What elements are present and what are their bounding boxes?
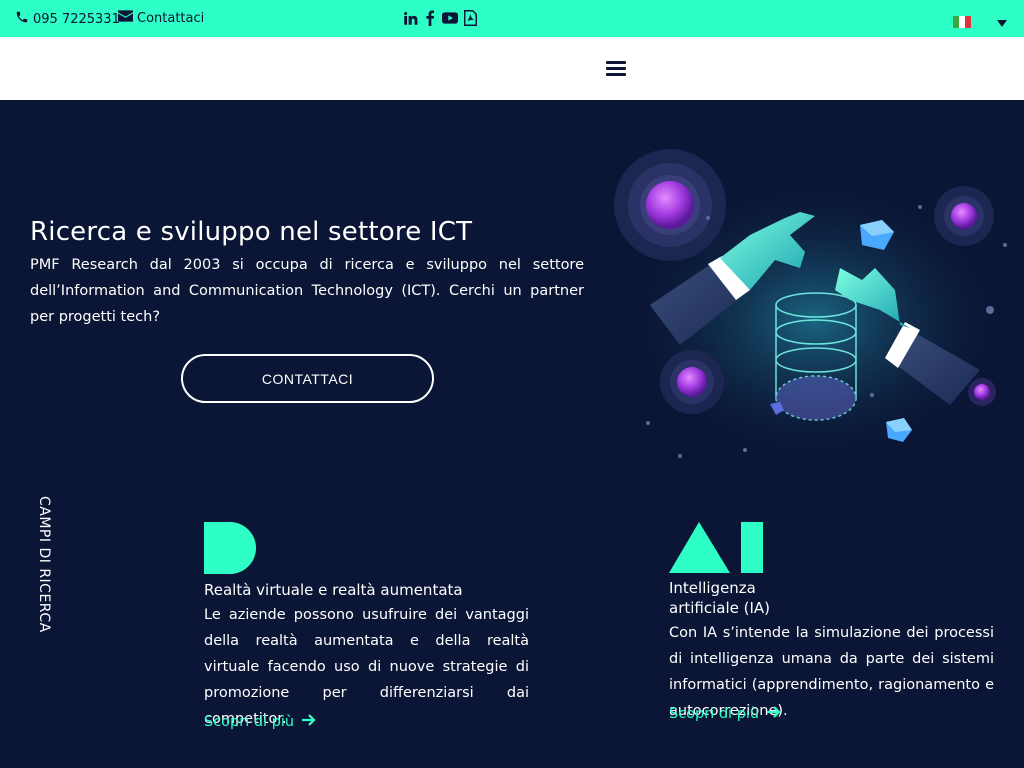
orb-small-left — [660, 350, 724, 414]
contact-label: Contattaci — [137, 10, 205, 26]
arrow-right-icon — [767, 706, 781, 722]
learn-more-label: Scopri di più — [204, 714, 295, 730]
orb-small-right — [934, 186, 994, 246]
arrow-right-icon — [302, 714, 316, 730]
card-title: Intelligenza artificiale (IA) — [669, 579, 771, 617]
envelope-icon — [118, 10, 133, 26]
hero-illustration — [614, 149, 1015, 470]
pdf-icon[interactable] — [462, 10, 478, 26]
contact-link[interactable]: Contattaci — [118, 10, 204, 26]
social-icons — [402, 10, 478, 26]
card-title: Realtà virtuale e realtà aumentata — [204, 581, 463, 599]
learn-more-label: Scopri di più — [669, 706, 760, 722]
language-selector[interactable] — [953, 12, 1007, 31]
site-header — [0, 37, 1024, 100]
ai-letters-icon — [669, 522, 763, 573]
youtube-icon[interactable] — [442, 10, 458, 26]
learn-more-link[interactable]: Scopri di più — [204, 714, 316, 730]
card-vr-ar: Realtà virtuale e realtà aumentata Le az… — [204, 520, 529, 732]
contact-button[interactable]: CONTATTACI — [181, 354, 434, 403]
phone-link[interactable]: 095 7225331 — [15, 10, 120, 28]
phone-number: 095 7225331 — [33, 11, 120, 27]
orb-large — [614, 149, 726, 261]
linkedin-icon[interactable] — [402, 10, 418, 26]
card-ai: Intelligenza artificiale (IA) Con IA s’i… — [669, 520, 994, 724]
learn-more-link[interactable]: Scopri di più — [669, 706, 781, 722]
chevron-down-icon — [997, 12, 1007, 31]
hero-title: Ricerca e sviluppo nel settore ICT — [30, 217, 473, 247]
hamburger-menu-icon[interactable] — [606, 61, 626, 77]
card-text: Le aziende possono usufruire dei vantagg… — [204, 607, 529, 727]
italy-flag-icon — [953, 15, 971, 28]
phone-icon — [15, 10, 29, 28]
vr-letter-icon — [204, 522, 256, 574]
top-bar: 095 7225331 Contattaci — [0, 0, 1024, 37]
research-fields-label: CAMPI DI RICERCA — [36, 496, 52, 633]
hero-description: PMF Research dal 2003 si occupa di ricer… — [30, 257, 584, 325]
facebook-icon[interactable] — [422, 10, 438, 26]
